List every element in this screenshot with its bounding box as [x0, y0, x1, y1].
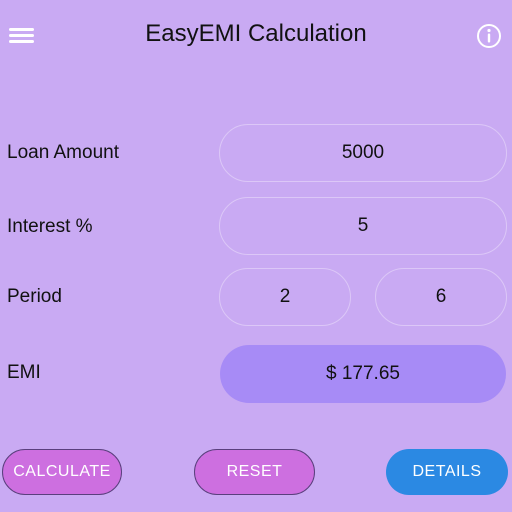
period-years-field[interactable]	[219, 268, 351, 326]
page-title: EasyEMI Calculation	[145, 20, 367, 47]
interest-input[interactable]	[220, 197, 506, 255]
emi-result: $ 177.65	[220, 345, 506, 403]
info-circle-icon[interactable]	[476, 23, 502, 49]
loan-amount-field[interactable]	[219, 124, 507, 182]
loan-amount-label: Loan Amount	[7, 142, 119, 163]
loan-amount-input[interactable]	[220, 124, 506, 182]
emi-label: EMI	[7, 362, 41, 383]
interest-label: Interest %	[7, 216, 93, 237]
period-months-input[interactable]	[376, 268, 506, 326]
interest-field[interactable]	[219, 197, 507, 255]
emi-calculator-screen: EasyEMI Calculation Loan Amount Interest…	[0, 0, 512, 512]
details-button[interactable]: DETAILS	[386, 449, 508, 495]
reset-button[interactable]: RESET	[194, 449, 315, 495]
period-years-input[interactable]	[220, 268, 350, 326]
period-months-field[interactable]	[375, 268, 507, 326]
period-label: Period	[7, 286, 62, 307]
calculate-button[interactable]: CALCULATE	[2, 449, 122, 495]
